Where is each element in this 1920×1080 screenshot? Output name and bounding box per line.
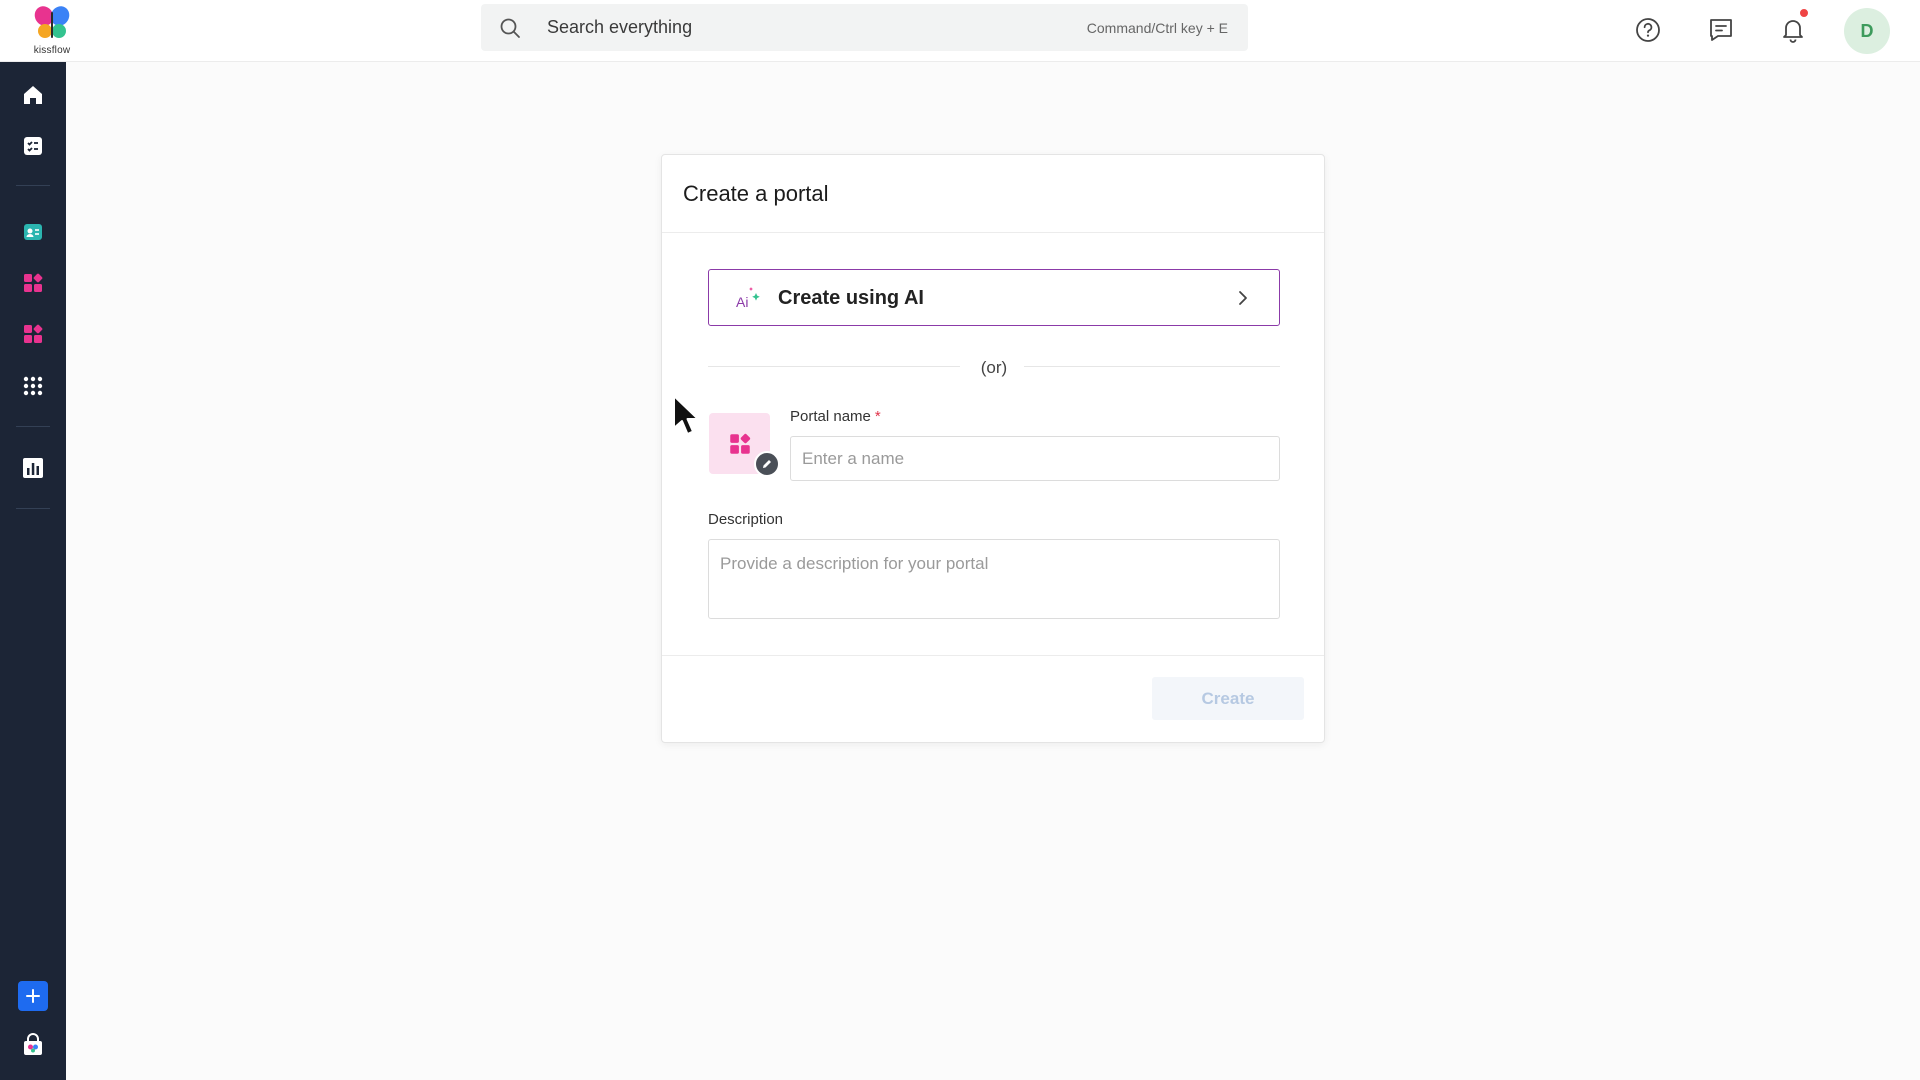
home-icon xyxy=(24,86,42,104)
chevron-right-icon xyxy=(1239,291,1247,305)
dialog-footer: Create xyxy=(662,655,1324,742)
apps-icon xyxy=(24,324,43,343)
edit-icon-button[interactable] xyxy=(754,451,780,477)
analytics-icon xyxy=(23,458,43,478)
sidebar xyxy=(0,62,66,1080)
portal-name-label-text: Portal name xyxy=(790,408,871,425)
or-text: (or) xyxy=(980,358,1008,377)
contact-card-icon xyxy=(24,224,42,240)
notifications-button[interactable] xyxy=(1777,7,1810,46)
description-label: Description xyxy=(708,511,784,528)
chat-icon xyxy=(1710,19,1732,41)
sidebar-item-portal-1[interactable] xyxy=(14,264,52,302)
tasks-icon xyxy=(24,137,42,155)
logo-text: kissflow xyxy=(33,45,71,56)
svg-text:Ai: Ai xyxy=(736,294,748,309)
sidebar-item-analytics[interactable] xyxy=(14,449,52,487)
create-using-ai-button[interactable]: Ai Create using AI xyxy=(708,269,1280,326)
portal-icon-picker[interactable] xyxy=(709,413,780,477)
help-icon xyxy=(1636,18,1660,42)
global-search[interactable]: Command/Ctrl key + E xyxy=(481,4,1248,51)
butterfly-logo-icon xyxy=(34,6,70,38)
top-bar: kissflow Command/Ctrl key + E D xyxy=(0,0,1920,62)
description-input[interactable] xyxy=(708,539,1280,619)
sidebar-item-marketplace[interactable] xyxy=(14,1026,52,1064)
marketplace-icon xyxy=(24,1033,42,1055)
ai-sparkle-icon: Ai xyxy=(736,287,760,309)
ai-button-label: Create using AI xyxy=(778,287,924,309)
dialog-header: Create a portal xyxy=(662,155,1324,233)
sidebar-item-tasks[interactable] xyxy=(14,127,52,165)
mouse-cursor-icon xyxy=(673,395,699,435)
search-input[interactable] xyxy=(547,4,1047,51)
portal-name-input[interactable] xyxy=(790,436,1280,481)
create-button[interactable]: Create xyxy=(1152,677,1304,720)
apps-icon xyxy=(24,273,43,292)
create-portal-dialog: Create a portal Ai Create using AI (or) xyxy=(661,154,1325,743)
pencil-icon xyxy=(763,460,771,468)
chat-button[interactable] xyxy=(1705,14,1737,46)
bell-icon xyxy=(1783,20,1803,43)
sidebar-divider xyxy=(16,426,50,427)
sidebar-divider xyxy=(16,185,50,186)
user-avatar[interactable]: D xyxy=(1844,8,1890,54)
notification-badge xyxy=(1798,7,1810,19)
search-icon xyxy=(500,18,520,38)
kissflow-logo[interactable]: kissflow xyxy=(28,4,76,58)
required-asterisk: * xyxy=(874,408,881,425)
or-divider: (or) xyxy=(708,355,1280,379)
grid-icon xyxy=(23,376,43,396)
plus-icon xyxy=(26,989,40,1003)
sidebar-divider xyxy=(16,508,50,509)
search-shortcut-hint: Command/Ctrl key + E xyxy=(1086,20,1228,36)
apps-icon xyxy=(730,433,751,454)
sidebar-item-portal-2[interactable] xyxy=(14,315,52,353)
help-button[interactable] xyxy=(1632,14,1664,46)
dialog-title: Create a portal xyxy=(683,180,829,206)
sidebar-create-button[interactable] xyxy=(18,981,48,1011)
sidebar-item-all-apps[interactable] xyxy=(14,367,52,405)
sidebar-item-contact-card[interactable] xyxy=(14,213,52,251)
portal-name-label: Portal name * xyxy=(790,408,881,425)
sidebar-item-home[interactable] xyxy=(14,76,52,114)
